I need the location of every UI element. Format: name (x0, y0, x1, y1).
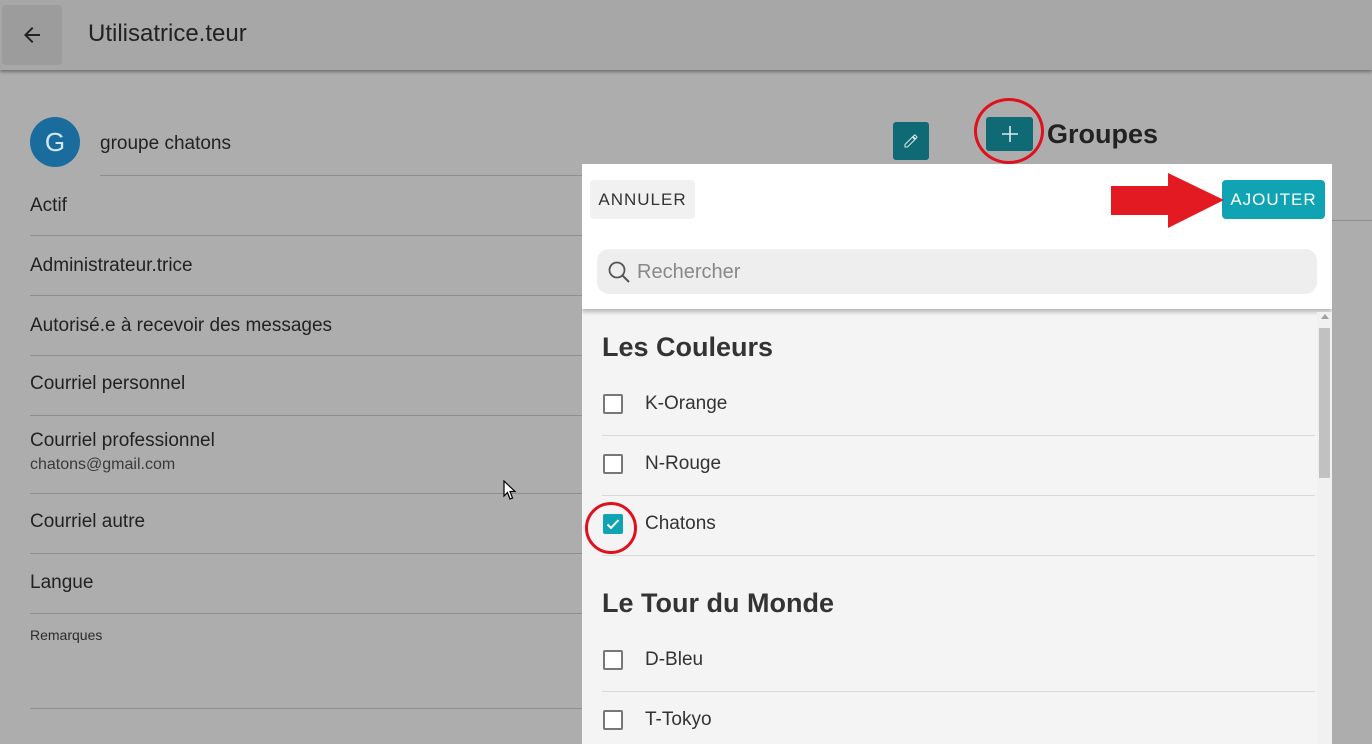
item-label: T-Tokyo (645, 709, 712, 730)
search-field[interactable] (597, 249, 1317, 296)
section-title: Les Couleurs (602, 332, 774, 362)
list-item[interactable]: K-Orange (602, 375, 1315, 436)
profile-name: groupe chatons (100, 133, 231, 154)
field-langue[interactable]: Langue (30, 572, 590, 614)
annotation-arrow-icon (1111, 173, 1224, 228)
checkbox[interactable] (603, 710, 623, 730)
avatar-letter: G (44, 126, 66, 157)
item-label: N-Rouge (645, 453, 722, 474)
field-label: Remarques (30, 627, 103, 643)
field-autorise-messages[interactable]: Autorisé.e à recevoir des messages (30, 315, 590, 356)
search-input[interactable] (635, 249, 1309, 296)
edit-button[interactable] (893, 122, 929, 160)
field-label: Langue (30, 572, 94, 593)
field-value: chatons@gmail.com (30, 456, 176, 473)
field-label: Courriel autre (30, 511, 146, 532)
pencil-icon (904, 134, 918, 148)
list-item[interactable]: N-Rouge (602, 435, 1315, 496)
divider (100, 175, 600, 176)
field-label: Courriel personnel (30, 373, 186, 394)
item-label: K-Orange (645, 393, 728, 414)
checkbox[interactable] (603, 650, 623, 670)
cancel-button[interactable]: ANNULER (590, 180, 695, 219)
back-button[interactable] (2, 5, 62, 65)
annotation-circle (974, 98, 1044, 164)
search-icon (608, 261, 630, 283)
avatar: G (30, 117, 80, 167)
field-courriel-personnel[interactable]: Courriel personnel (30, 373, 590, 416)
scrollbar[interactable] (1317, 312, 1332, 744)
field-label: Autorisé.e à recevoir des messages (30, 315, 333, 336)
groups-title: Groupes (1047, 119, 1159, 149)
app-header: Utilisatrice.teur (0, 0, 1372, 70)
field-label: Courriel professionnel (30, 430, 215, 451)
group-picker-dialog: ANNULER AJOUTER Les Couleurs K-Orange N-… (582, 164, 1332, 744)
item-label: D-Bleu (645, 649, 704, 670)
add-button[interactable]: AJOUTER (1222, 180, 1325, 219)
scrollbar-thumb[interactable] (1319, 328, 1330, 478)
checkbox[interactable] (603, 394, 623, 414)
field-administrateur[interactable]: Administrateur.trice (30, 255, 590, 296)
list-item[interactable]: T-Tokyo (602, 691, 1315, 744)
checkbox[interactable] (603, 454, 623, 474)
list-item[interactable]: Chatons (602, 495, 1315, 556)
divider (1332, 220, 1372, 221)
field-label: Actif (30, 195, 67, 216)
item-label: Chatons (645, 513, 716, 534)
field-courriel-autre[interactable]: Courriel autre (30, 511, 590, 554)
arrow-left-icon (24, 27, 40, 43)
scroll-up-icon[interactable] (1321, 314, 1329, 319)
section-title: Le Tour du Monde (602, 588, 834, 618)
list-item[interactable]: D-Bleu (602, 631, 1315, 692)
mouse-cursor-icon (503, 480, 517, 500)
annotation-circle (585, 502, 637, 554)
field-label: Administrateur.trice (30, 255, 193, 276)
field-remarques[interactable]: Remarques (30, 627, 590, 709)
page-title: Utilisatrice.teur (88, 20, 247, 47)
field-actif[interactable]: Actif (30, 195, 590, 236)
